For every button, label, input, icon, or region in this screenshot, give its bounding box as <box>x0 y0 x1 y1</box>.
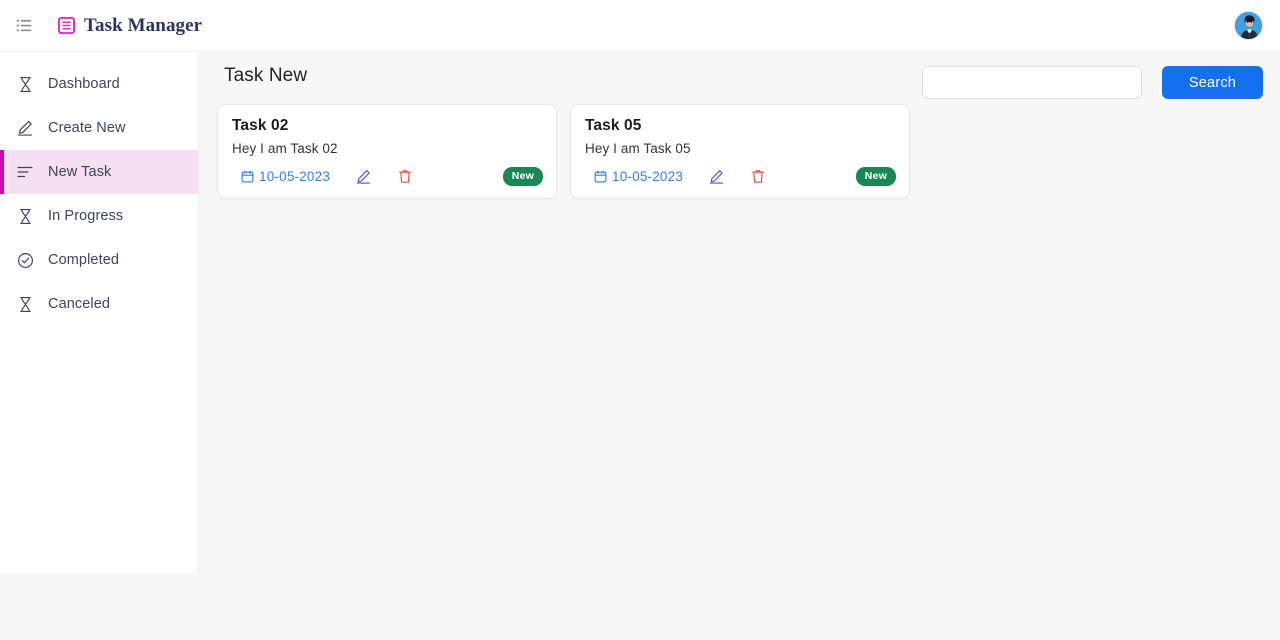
calendar-icon <box>241 170 254 183</box>
task-actions <box>355 169 413 185</box>
hourglass-icon <box>16 75 34 93</box>
list-box-icon <box>57 16 76 35</box>
align-left-icon <box>16 163 34 181</box>
sidebar-item-canceled[interactable]: Canceled <box>0 282 198 326</box>
avatar[interactable] <box>1234 11 1263 40</box>
search-button[interactable]: Search <box>1162 66 1263 99</box>
hourglass-icon <box>16 295 34 313</box>
task-date: 10-05-2023 <box>594 169 683 184</box>
sidebar-item-dashboard[interactable]: Dashboard <box>0 62 198 106</box>
task-card[interactable]: Task 05 Hey I am Task 05 10-05-2023 New <box>570 104 910 199</box>
task-title: Task 02 <box>232 117 289 134</box>
brand[interactable]: Task Manager <box>57 14 203 37</box>
delete-task-button[interactable] <box>397 169 413 185</box>
sidebar-item-completed[interactable]: Completed <box>0 238 198 282</box>
hourglass-icon <box>16 207 34 225</box>
task-description: Hey I am Task 05 <box>585 141 691 156</box>
sidebar-item-label: In Progress <box>48 208 124 224</box>
sidebar-item-label: Create New <box>48 120 126 136</box>
delete-task-button[interactable] <box>750 169 766 185</box>
sidebar-item-label: Dashboard <box>48 76 120 92</box>
edit-task-button[interactable] <box>708 169 724 185</box>
edit-task-button[interactable] <box>355 169 371 185</box>
pencil-icon <box>16 119 34 137</box>
task-date-text: 10-05-2023 <box>259 169 331 184</box>
task-card-footer: 10-05-2023 New <box>241 167 543 186</box>
hamburger-menu-icon[interactable] <box>12 14 36 38</box>
task-title: Task 05 <box>585 117 642 134</box>
sidebar-item-create-new[interactable]: Create New <box>0 106 198 150</box>
status-badge: New <box>855 167 896 186</box>
task-actions <box>708 169 766 185</box>
app-header: Task Manager <box>0 0 1280 52</box>
search-input[interactable] <box>922 66 1142 99</box>
task-card-list: Task 02 Hey I am Task 02 10-05-2023 New … <box>217 104 910 199</box>
search-area: Search <box>922 66 1263 99</box>
calendar-icon <box>594 170 607 183</box>
task-description: Hey I am Task 02 <box>232 141 338 156</box>
app-title: Task Manager <box>84 14 203 36</box>
sidebar-item-label: Completed <box>48 252 120 268</box>
sidebar-item-new-task[interactable]: New Task <box>0 150 198 194</box>
main-content: Task New Search Task 02 Hey I am Task 02 <box>199 52 1280 640</box>
task-card-footer: 10-05-2023 New <box>594 167 896 186</box>
check-circle-icon <box>16 251 34 269</box>
task-card[interactable]: Task 02 Hey I am Task 02 10-05-2023 New <box>217 104 557 199</box>
sidebar-item-in-progress[interactable]: In Progress <box>0 194 198 238</box>
page-title: Task New <box>224 65 308 86</box>
main-toolbar: Task New Search <box>199 52 1280 112</box>
sidebar-item-label: New Task <box>48 164 112 180</box>
task-date: 10-05-2023 <box>241 169 330 184</box>
status-badge: New <box>502 167 543 186</box>
sidebar-item-label: Canceled <box>48 296 111 312</box>
task-date-text: 10-05-2023 <box>612 169 684 184</box>
sidebar: Dashboard Create New New Task In Progres… <box>0 52 199 573</box>
